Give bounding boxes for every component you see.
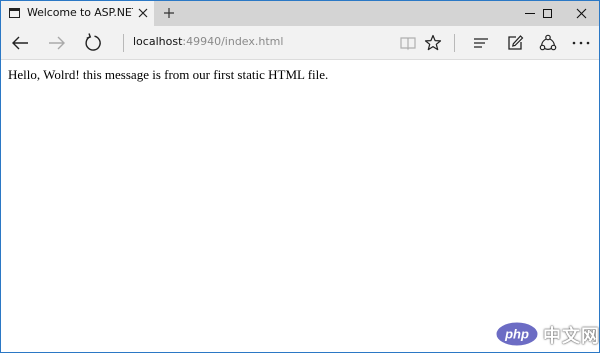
new-tab-button[interactable]	[160, 3, 178, 23]
php-logo-icon: php	[495, 321, 539, 347]
share-button[interactable]	[536, 31, 560, 55]
back-button[interactable]	[8, 31, 32, 55]
page-icon	[9, 8, 20, 18]
hub-button[interactable]	[469, 31, 493, 55]
window-close-button[interactable]	[565, 1, 599, 26]
back-arrow-icon	[12, 36, 28, 50]
maximize-icon	[543, 9, 552, 18]
title-bar: Welcome to ASP.NET Co	[1, 1, 599, 26]
reading-view-icon	[400, 37, 416, 51]
tab-title: Welcome to ASP.NET Co	[27, 6, 133, 19]
favorites-button[interactable]	[421, 31, 445, 55]
plus-icon	[164, 8, 174, 18]
reading-view-button[interactable]	[396, 31, 420, 55]
separator	[454, 34, 455, 52]
web-note-icon	[508, 35, 524, 50]
forward-arrow-icon	[49, 36, 65, 50]
more-button[interactable]	[569, 31, 593, 55]
close-icon	[138, 8, 148, 18]
close-icon	[576, 8, 587, 19]
address-host: localhost	[133, 35, 183, 48]
separator	[123, 34, 124, 52]
hub-icon	[474, 38, 488, 48]
watermark-text: 中文网	[543, 326, 600, 347]
refresh-button[interactable]	[81, 31, 105, 55]
navigation-bar: localhost:49940/index.html	[1, 26, 599, 60]
address-bar[interactable]: localhost:49940/index.html	[133, 35, 283, 48]
browser-window: Welcome to ASP.NET Co	[0, 0, 600, 353]
maximize-button[interactable]	[531, 1, 565, 26]
star-icon	[424, 34, 442, 51]
logo-text: php	[504, 327, 529, 342]
watermark: php 中文网	[495, 320, 599, 348]
page-message: Hello, Wolrd! this message is from our f…	[8, 67, 329, 82]
refresh-icon	[85, 33, 101, 51]
web-note-button[interactable]	[503, 31, 527, 55]
share-icon	[539, 34, 557, 51]
tab-close-button[interactable]	[135, 4, 151, 22]
page-content: Hello, Wolrd! this message is from our f…	[1, 60, 599, 352]
forward-button[interactable]	[45, 31, 69, 55]
address-path: :49940/index.html	[182, 35, 284, 48]
more-icon	[572, 41, 590, 45]
browser-tab[interactable]: Welcome to ASP.NET Co	[1, 1, 154, 26]
